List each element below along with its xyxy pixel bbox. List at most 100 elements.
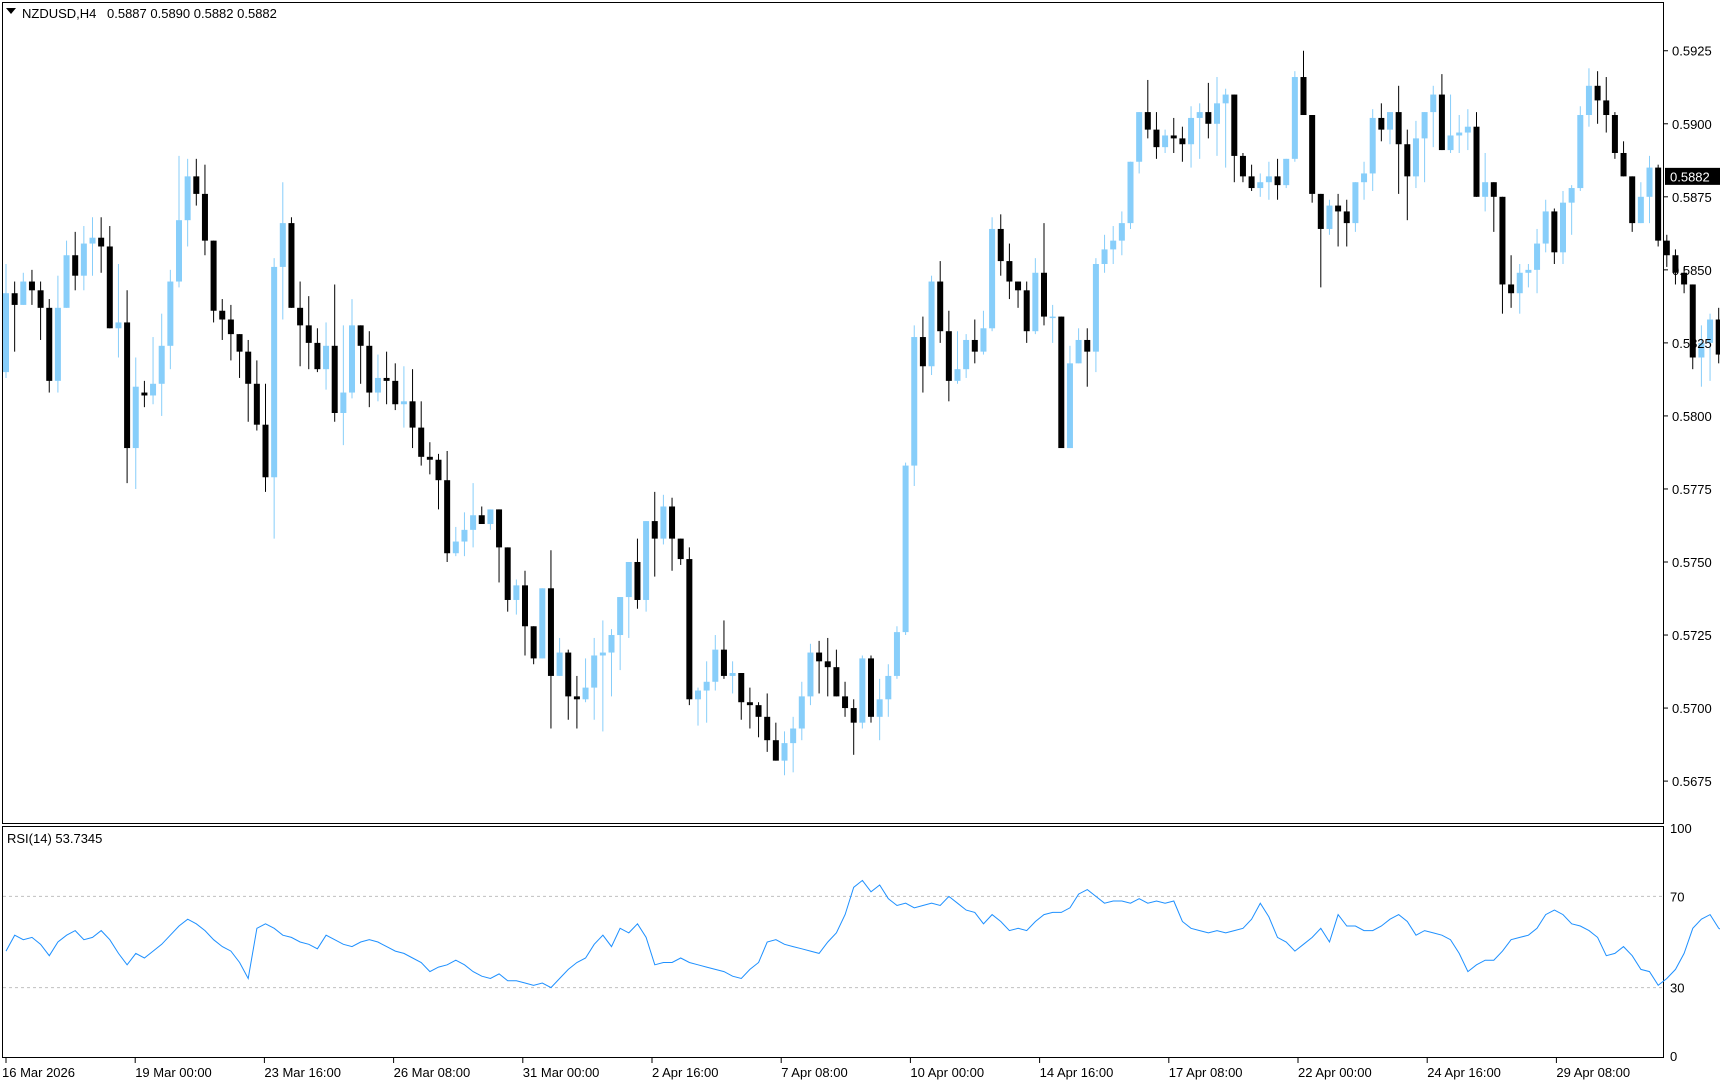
candle-body <box>150 383 157 396</box>
candle-body <box>573 696 580 700</box>
candle-body <box>262 424 269 478</box>
candle-body <box>868 658 874 717</box>
candle-body <box>1629 176 1636 224</box>
candle-body <box>1412 138 1419 177</box>
candle-body <box>349 325 355 393</box>
current-price-tag: 0.5882 <box>1665 167 1720 185</box>
candle-body <box>1265 176 1272 183</box>
price-tick-label: 0.5875 <box>1672 190 1712 205</box>
candle-body <box>997 228 1004 262</box>
candle-body <box>1023 290 1030 332</box>
candle-body <box>314 342 321 370</box>
candle-body <box>1516 272 1523 294</box>
candle-body <box>227 319 234 335</box>
candle-body <box>1326 205 1333 229</box>
candle-body <box>1490 182 1497 197</box>
candle-body <box>1646 167 1653 197</box>
price-tick-label: 0.5925 <box>1672 44 1712 59</box>
candle-body <box>1343 211 1350 224</box>
candle-body <box>20 281 27 305</box>
candle-body <box>1170 135 1177 139</box>
candle-body <box>902 465 909 633</box>
candle-body <box>1387 112 1393 130</box>
candle-body <box>1663 240 1670 256</box>
candle-body <box>530 626 537 659</box>
candle-body <box>971 339 978 352</box>
candle-body <box>1655 167 1662 241</box>
candle-body <box>522 585 528 627</box>
candle-body <box>1144 112 1151 130</box>
candle-body <box>383 377 390 381</box>
candle-body <box>1508 284 1515 294</box>
candle-body <box>1482 182 1489 197</box>
time-tick-label: 29 Apr 08:00 <box>1556 1065 1630 1080</box>
candle-body <box>893 632 900 676</box>
candle-body <box>1542 211 1549 244</box>
candle-body <box>1231 94 1238 156</box>
candle-body <box>374 377 381 393</box>
candle-body <box>1404 144 1411 177</box>
time-tick-label: 17 Apr 08:00 <box>1169 1065 1243 1080</box>
candle-body <box>461 529 468 542</box>
candle-body <box>1715 319 1720 355</box>
candle-body <box>1594 85 1601 101</box>
candle-body <box>919 337 926 367</box>
candle-body <box>392 380 399 405</box>
trading-chart[interactable]: 0.5925 0.5900 0.5875 0.5850 0.5825 0.5800 0.57… <box>0 0 1720 1080</box>
candle-body <box>1049 316 1056 319</box>
candle-body <box>1101 249 1108 265</box>
candle-body <box>1534 243 1541 270</box>
candle-body <box>1611 115 1618 153</box>
candle-body <box>1300 77 1307 116</box>
candle-body <box>271 266 278 478</box>
time-tick-label: 10 Apr 00:00 <box>910 1065 984 1080</box>
candle-body <box>1577 115 1584 189</box>
candle-body <box>1309 115 1316 194</box>
candle-body <box>1291 77 1298 159</box>
candle-body <box>201 193 208 241</box>
candle-body <box>72 255 79 276</box>
candle-body <box>418 427 425 457</box>
candle-body <box>1257 182 1264 189</box>
candle-body <box>824 661 831 668</box>
candle-body <box>928 281 935 367</box>
candle-body <box>695 690 701 700</box>
candle-body <box>1006 261 1013 282</box>
time-tick-label: 16 Mar 2026 <box>2 1065 75 1080</box>
price-tick-label: 0.5725 <box>1672 628 1712 643</box>
candle-body <box>755 705 762 717</box>
time-tick-label: 14 Apr 16:00 <box>1040 1065 1114 1080</box>
candle-body <box>1118 223 1125 241</box>
rsi-tick-70: 70 <box>1670 889 1684 904</box>
candle-body <box>1283 158 1290 186</box>
candle-body <box>323 345 330 370</box>
candle-body <box>651 521 658 539</box>
candle-body <box>1525 269 1532 273</box>
candle-body <box>496 509 503 548</box>
candle-body <box>1274 176 1281 186</box>
candle-body <box>556 652 563 676</box>
candle-body <box>1603 100 1610 116</box>
candle-body <box>1473 126 1480 197</box>
candle-body <box>288 223 295 308</box>
candle-body <box>746 702 753 706</box>
candle-body <box>513 585 520 600</box>
candle-body <box>980 328 987 352</box>
candle-body <box>1092 264 1099 352</box>
candle-body <box>1430 94 1437 113</box>
time-tick-label: 19 Mar 00:00 <box>135 1065 212 1080</box>
rsi-tick-30: 30 <box>1670 981 1684 996</box>
candle-body <box>772 740 779 761</box>
candle-body <box>98 237 105 247</box>
candle-body <box>1214 103 1220 124</box>
candle-body <box>565 652 572 697</box>
candle-body <box>1620 152 1627 177</box>
candle-body <box>158 345 165 384</box>
candle-body <box>400 401 407 405</box>
candle-body <box>660 506 667 539</box>
candle-body <box>963 339 970 370</box>
candle-body <box>1188 117 1195 145</box>
candle-body <box>729 673 736 676</box>
candle-body <box>106 246 113 329</box>
rsi-tick-0: 0 <box>1670 1049 1677 1064</box>
